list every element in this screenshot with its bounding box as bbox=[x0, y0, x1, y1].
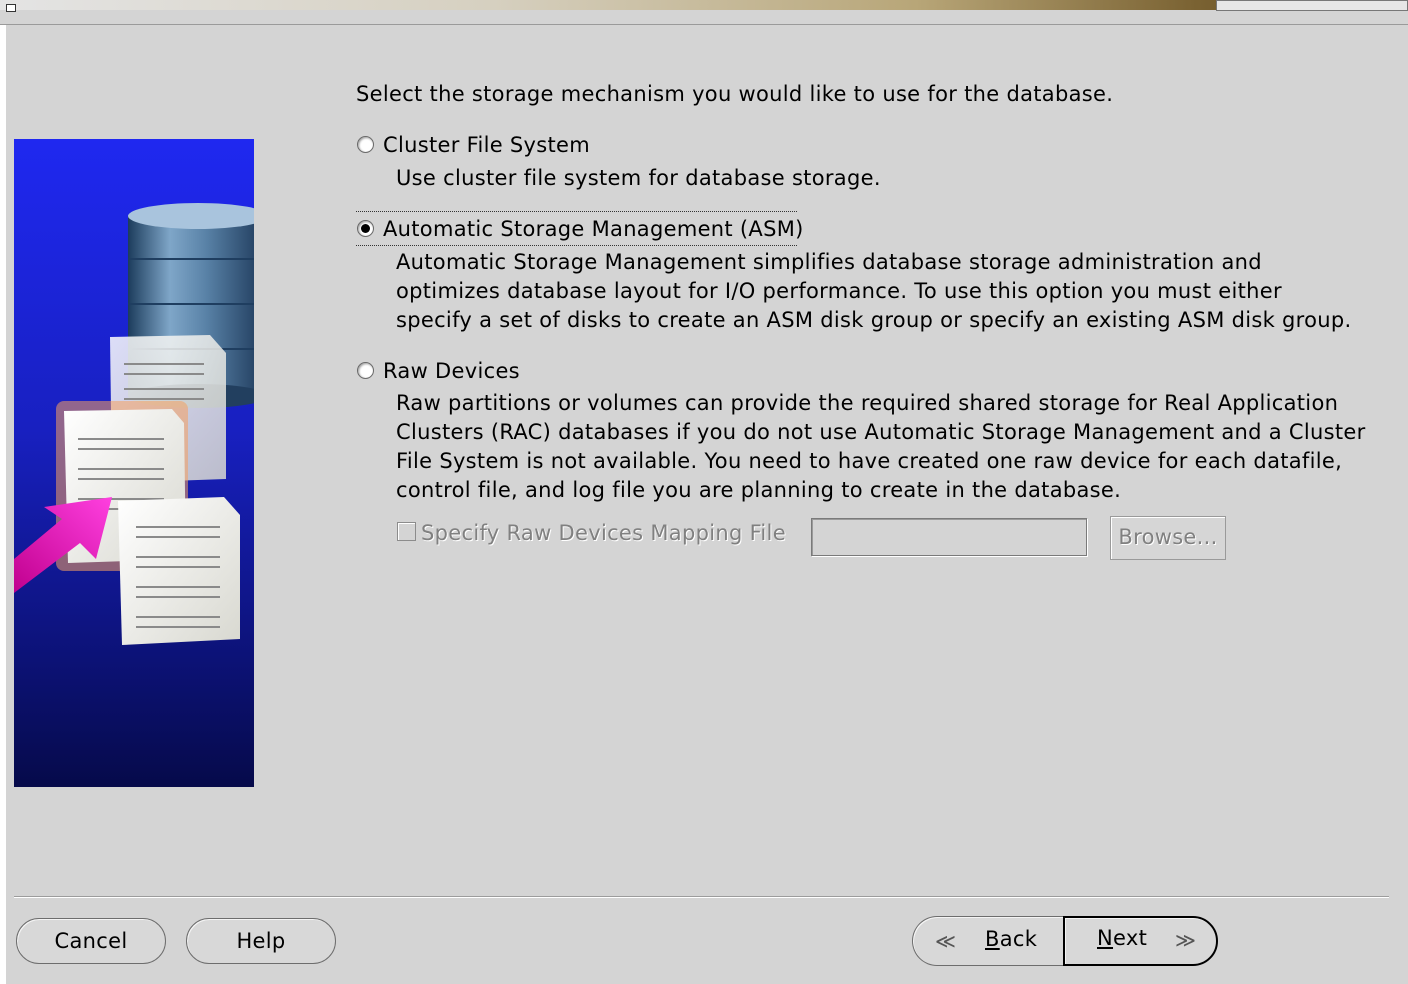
title-bar-control[interactable] bbox=[1216, 0, 1408, 11]
cancel-button[interactable]: Cancel bbox=[16, 918, 166, 964]
asm-description-line: Automatic Storage Management simplifies … bbox=[396, 250, 1262, 274]
next-button[interactable]: Next ≫ bbox=[1063, 916, 1218, 966]
back-mnemonic: B bbox=[985, 927, 1000, 951]
next-mnemonic: N bbox=[1097, 926, 1114, 950]
raw-devices-description-line: Raw partitions or volumes can provide th… bbox=[396, 391, 1339, 415]
raw-devices-description-line: control file, and log file you are plann… bbox=[396, 478, 1122, 502]
raw-devices-label[interactable]: Raw Devices bbox=[383, 361, 520, 382]
raw-devices-description: Raw partitions or volumes can provide th… bbox=[396, 389, 1366, 505]
raw-devices-radio[interactable] bbox=[357, 362, 374, 379]
raw-mapping-file-input[interactable] bbox=[811, 518, 1087, 556]
chevron-left-icon: ≪ bbox=[935, 929, 956, 953]
back-button-label: Back bbox=[985, 929, 1037, 950]
cluster-file-system-radio[interactable] bbox=[357, 136, 374, 153]
raw-devices-description-line: Clusters (RAC) databases if you do not u… bbox=[396, 420, 1366, 444]
back-label-rest: ack bbox=[999, 927, 1038, 951]
window-left-edge bbox=[0, 0, 6, 984]
cluster-file-system-label[interactable]: Cluster File System bbox=[383, 135, 590, 156]
cancel-button-label: Cancel bbox=[54, 929, 128, 953]
storage-prompt: Select the storage mechanism you would l… bbox=[356, 82, 1114, 106]
browse-button[interactable]: Browse... bbox=[1110, 516, 1226, 560]
next-button-label: Next bbox=[1097, 928, 1147, 949]
navigation-buttons: ≪ Back Next ≫ bbox=[912, 916, 1218, 966]
button-bar-separator bbox=[14, 896, 1389, 898]
raw-mapping-label: Specify Raw Devices Mapping File bbox=[421, 521, 786, 545]
database-storage-illustration bbox=[14, 139, 254, 787]
help-button-label: Help bbox=[236, 929, 286, 953]
raw-mapping-checkbox[interactable] bbox=[397, 522, 416, 541]
asm-description-line: optimizes database layout for I/O perfor… bbox=[396, 279, 1282, 303]
asm-description: Automatic Storage Management simplifies … bbox=[396, 248, 1352, 335]
asm-description-line: specify a set of disks to create an ASM … bbox=[396, 308, 1352, 332]
cluster-file-system-description: Use cluster file system for database sto… bbox=[396, 166, 881, 190]
raw-devices-description-line: File System is not available. You need t… bbox=[396, 449, 1343, 473]
asm-radio[interactable] bbox=[357, 220, 374, 237]
window-title-bar-remnant bbox=[0, 0, 1408, 25]
next-label-rest: ext bbox=[1113, 926, 1148, 950]
chevron-right-icon: ≫ bbox=[1175, 928, 1196, 952]
window-menu-icon[interactable] bbox=[6, 4, 16, 12]
radio-selected-dot bbox=[361, 224, 370, 233]
back-button[interactable]: ≪ Back bbox=[912, 916, 1064, 966]
help-button[interactable]: Help bbox=[186, 918, 336, 964]
asm-label[interactable]: Automatic Storage Management (ASM) bbox=[383, 219, 804, 240]
